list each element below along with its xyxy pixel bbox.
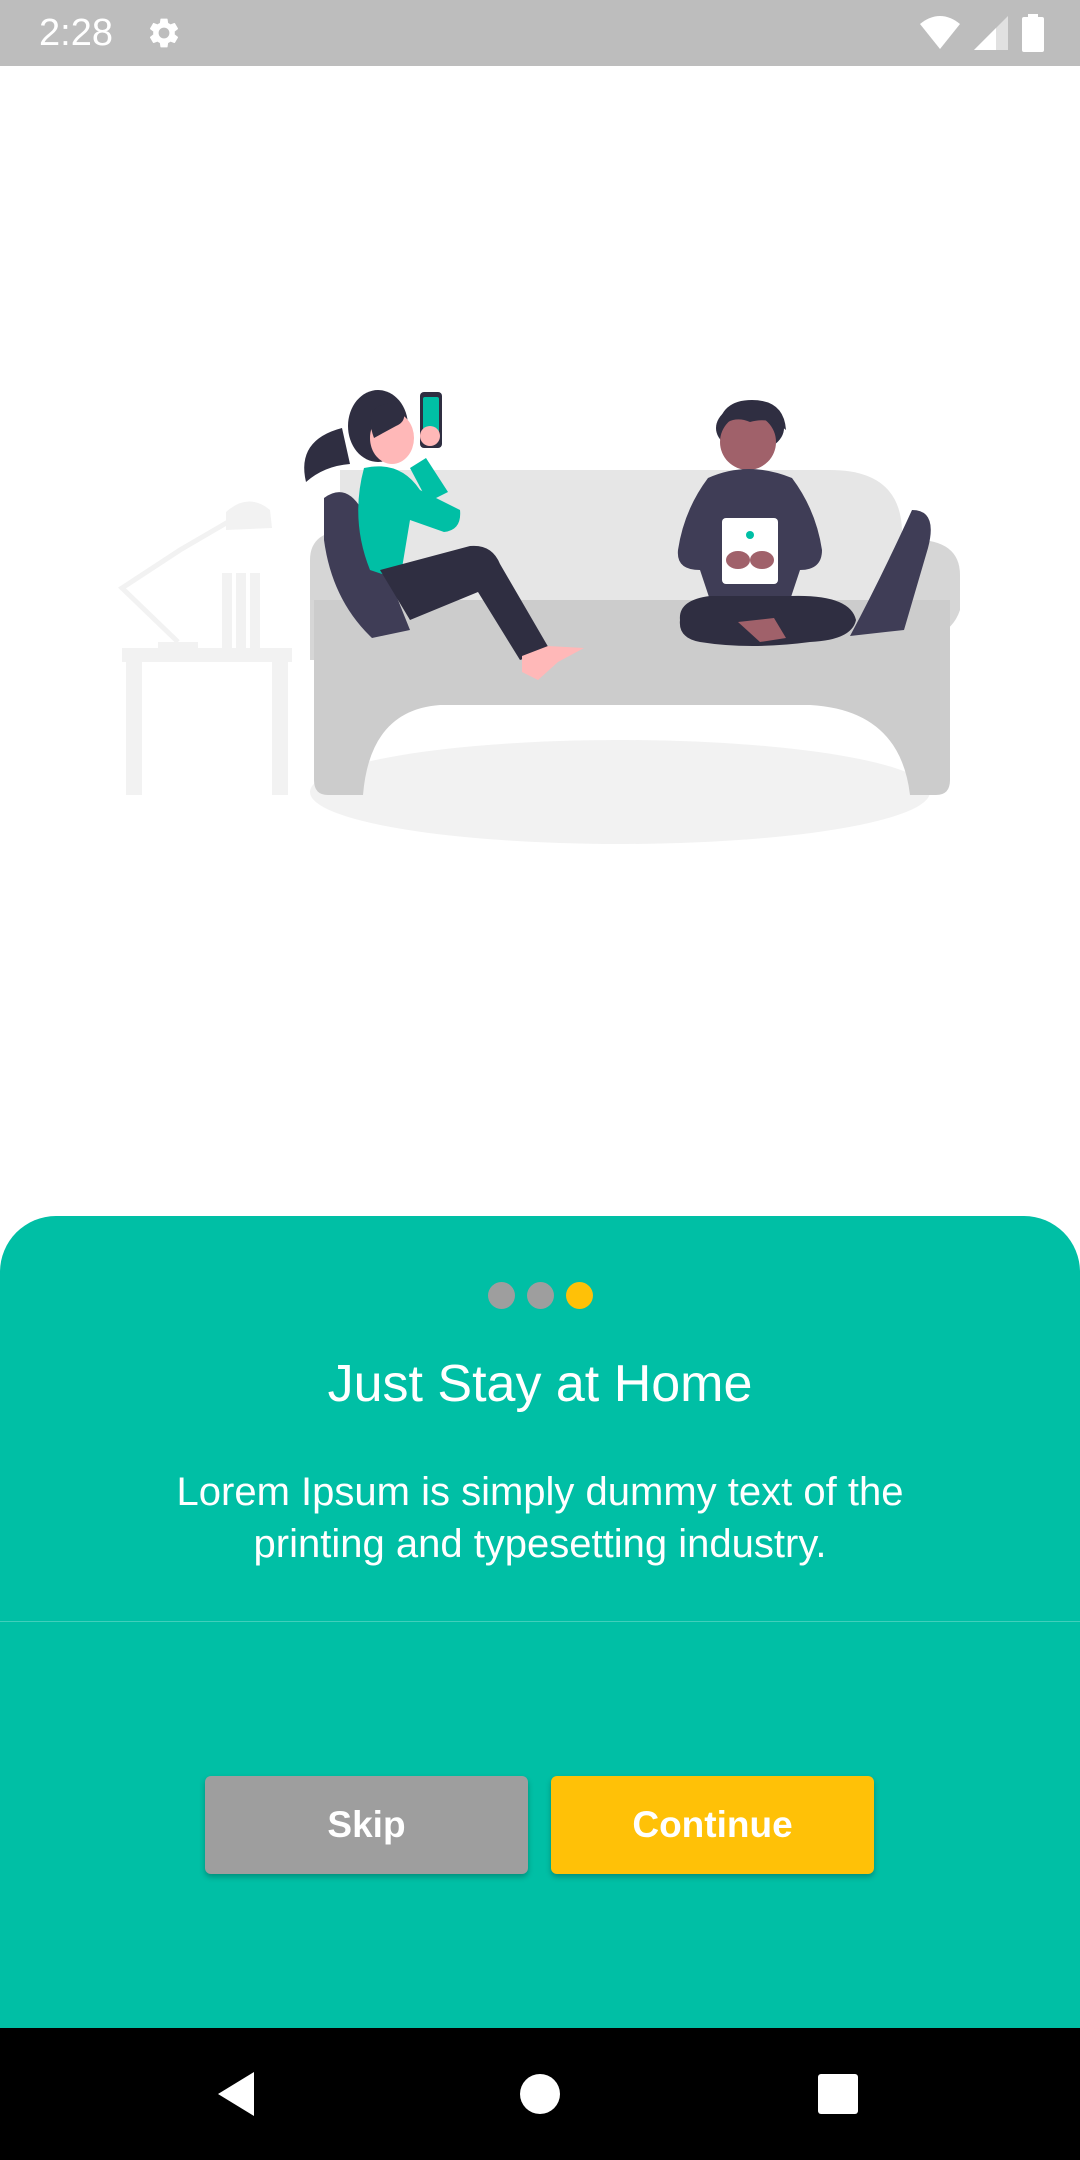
page-dot-3-active[interactable] <box>565 1282 593 1309</box>
page-dot-1[interactable] <box>487 1282 515 1309</box>
navigation-bar <box>0 2028 1080 2160</box>
divider <box>0 1621 1080 1622</box>
onboarding-sheet: Just Stay at Home Lorem Ipsum is simply … <box>0 1216 1080 2028</box>
status-icons <box>920 14 1044 52</box>
onboarding-screen: 2:28 Just Stay at Home Lorem Ipsum is si… <box>0 0 1080 2160</box>
skip-button[interactable]: Skip <box>205 1776 528 1874</box>
home-icon[interactable] <box>510 2064 570 2124</box>
page-dot-2[interactable] <box>526 1282 554 1309</box>
onboarding-description: Lorem Ipsum is simply dummy text of the … <box>176 1470 904 1566</box>
onboarding-title: Just Stay at Home <box>327 1355 753 1413</box>
wifi-icon <box>920 16 960 49</box>
status-bar: 2:28 <box>0 0 1080 66</box>
page-indicator <box>0 1282 1080 1309</box>
back-icon[interactable] <box>210 2064 270 2124</box>
signal-icon <box>974 16 1008 50</box>
couch-illustration <box>118 390 960 844</box>
recents-icon[interactable] <box>808 2064 868 2124</box>
battery-icon <box>1022 14 1044 52</box>
side-table <box>118 501 292 795</box>
gear-icon <box>149 18 179 48</box>
status-time: 2:28 <box>39 12 113 54</box>
continue-button[interactable]: Continue <box>551 1776 874 1874</box>
